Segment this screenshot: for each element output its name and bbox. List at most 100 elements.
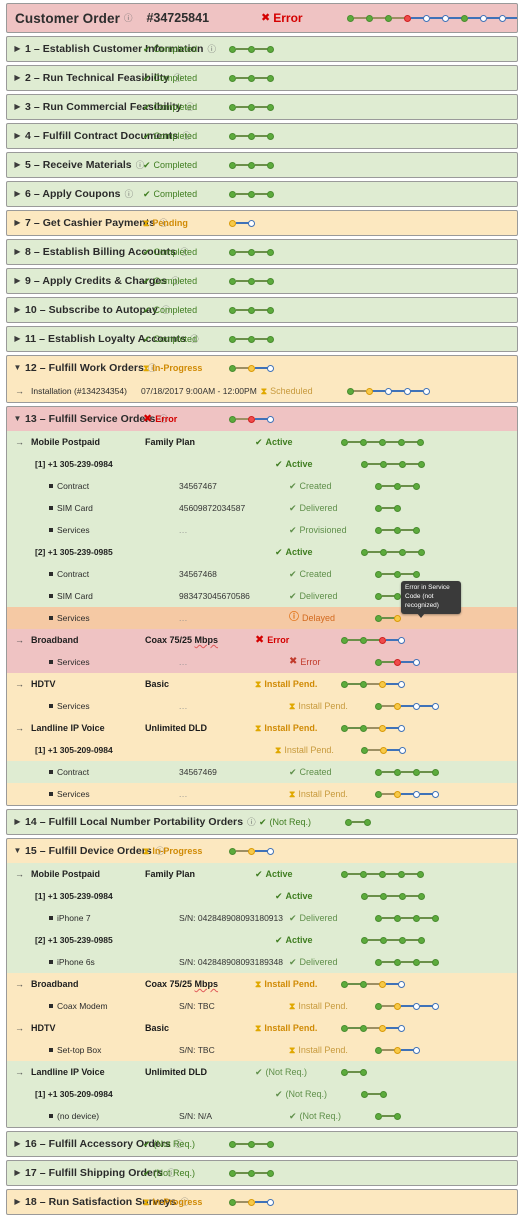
detail-row[interactable]: → Mobile Postpaid Family Plan ✔ Active [7,863,517,885]
chain-dot-green[interactable] [229,335,236,343]
chain-dot-open[interactable] [384,387,392,395]
step-header-2[interactable]: ▶ 2 – Run Technical Feasibility ⓘ ✔ Complete… [7,66,517,90]
step-header-16[interactable]: ▶ 16 – Fulfill Accessory Orders ⓘ ✔ (Not Req… [7,1132,517,1156]
chain-dot-green[interactable] [229,74,236,82]
step-header-15[interactable]: ▼ 15 – Fulfill Device Orders ⓘ ⧗ In-Progress [7,839,517,863]
detail-row[interactable]: (no device) S/N: N/A ✔ (Not Req.) [7,1105,517,1127]
chain-dot-open[interactable] [403,387,411,395]
info-icon[interactable]: ⓘ [124,12,133,24]
chain-dot-green[interactable] [418,460,425,468]
detail-row[interactable]: [2] +1 305-239-0985 ✔ Active [7,541,517,563]
chain-dot-green[interactable] [366,14,373,22]
chain-dot-open[interactable] [398,636,405,644]
chevron-right-icon[interactable]: ▶ [13,161,22,169]
chevron-right-icon[interactable]: ▶ [13,219,22,227]
chain-dot-green[interactable] [341,1068,348,1076]
chain-dot-green[interactable] [394,592,401,600]
chain-dot-green[interactable] [248,277,255,285]
chain-dot-green[interactable] [394,526,401,534]
step-header-9[interactable]: ▶ 9 – Apply Credits & Charges ⓘ ✔ Completed [7,269,517,293]
chain-dot-green[interactable] [413,570,420,578]
step-header-4[interactable]: ▶ 4 – Fulfill Contract Documents ⓘ ✔ Complet… [7,124,517,148]
chain-dot-open[interactable] [267,847,274,855]
chain-dot-green[interactable] [267,1140,274,1148]
chain-dot-green[interactable] [375,658,382,666]
chain-dot-green[interactable] [229,364,236,372]
chain-dot-green[interactable] [361,892,368,900]
chain-dot-green[interactable] [248,248,255,256]
chain-dot-open[interactable] [432,702,439,710]
chain-dot-green[interactable] [380,548,387,556]
chain-dot-green[interactable] [394,570,401,578]
chain-dot-green[interactable] [341,438,348,446]
chevron-right-icon[interactable]: ▶ [13,1198,22,1206]
chain-dot-open[interactable] [413,702,420,710]
chain-dot-green[interactable] [418,936,425,944]
detail-row[interactable]: [1] +1 305-239-0984 ✔ Active [7,885,517,907]
chain-dot-open[interactable] [480,14,487,22]
detail-row[interactable]: Services... ⧗ Install Pend. [7,695,517,717]
chain-dot-green[interactable] [229,1169,236,1177]
chain-dot-green[interactable] [380,892,387,900]
chain-dot-red[interactable] [404,14,411,22]
chain-dot-green[interactable] [375,1046,382,1054]
chain-dot-green[interactable] [361,746,368,754]
chain-dot-green[interactable] [267,132,274,140]
chain-dot-green[interactable] [375,482,382,490]
chain-dot-green[interactable] [248,190,255,198]
chain-dot-red[interactable] [248,415,255,423]
chain-dot-amber[interactable] [379,1024,386,1032]
chevron-down-icon[interactable]: ▼ [13,847,22,855]
chain-dot-green[interactable] [399,936,406,944]
chain-dot-red[interactable] [379,636,386,644]
chain-dot-green[interactable] [360,1024,367,1032]
chevron-right-icon[interactable]: ▶ [13,103,22,111]
chain-dot-red[interactable] [394,658,401,666]
chevron-down-icon[interactable]: ▼ [13,364,22,372]
chain-dot-open[interactable] [267,1198,274,1206]
detail-row[interactable]: Services... ⧗ Install Pend. [7,783,517,805]
info-icon[interactable]: ⓘ [125,188,134,200]
chain-dot-green[interactable] [360,724,367,732]
chain-dot-amber[interactable] [379,980,386,988]
chain-dot-open[interactable] [413,1046,420,1054]
step-header-11[interactable]: ▶ 11 – Establish Loyalty Accounts ⓘ ✔ Comple… [7,327,517,351]
chain-dot-green[interactable] [360,680,367,688]
step-header-10[interactable]: ▶ 10 – Subscribe to Autopay ⓘ ✔ Completed [7,298,517,322]
chain-dot-green[interactable] [229,1198,236,1206]
chain-dot-amber[interactable] [394,1046,401,1054]
chain-dot-amber[interactable] [365,387,373,395]
chain-dot-green[interactable] [248,335,255,343]
chain-dot-green[interactable] [361,460,368,468]
chain-dot-green[interactable] [361,1090,368,1098]
step-header-17[interactable]: ▶ 17 – Fulfill Shipping Orders ⓘ ✔ (Not Req.… [7,1161,517,1185]
chain-dot-green[interactable] [347,14,354,22]
chain-dot-amber[interactable] [248,847,255,855]
chain-dot-open[interactable] [267,364,274,372]
chevron-right-icon[interactable]: ▶ [13,132,22,140]
chevron-right-icon[interactable]: ▶ [13,45,22,53]
step-header-1[interactable]: ▶ 1 – Establish Customer Information ⓘ ✔ Com… [7,37,517,61]
detail-row[interactable]: [1] +1 305-239-0984 ✔ Active [7,453,517,475]
chain-dot-green[interactable] [413,482,420,490]
detail-row[interactable]: [1] +1 305-209-0984 ⧗ Install Pend. [7,739,517,761]
chain-dot-green[interactable] [345,818,352,826]
chain-dot-green[interactable] [267,1169,274,1177]
detail-row[interactable]: Coax Modem S/N: TBC ⧗ Install Pend. [7,995,517,1017]
step-header-8[interactable]: ▶ 8 – Establish Billing Accounts ⓘ ✔ Complet… [7,240,517,264]
chain-dot-amber[interactable] [394,702,401,710]
chain-dot-green[interactable] [375,1002,382,1010]
chain-dot-open[interactable] [432,1002,439,1010]
chain-dot-open[interactable] [398,1024,405,1032]
detail-row[interactable]: → Landline IP Voice Unlimited DLD ⧗ Install … [7,717,517,739]
chain-dot-green[interactable] [267,248,274,256]
chain-dot-green[interactable] [375,768,382,776]
chain-dot-green[interactable] [375,1112,382,1120]
chain-dot-green[interactable] [375,504,382,512]
step-header-3[interactable]: ▶ 3 – Run Commercial Feasibility ⓘ ✔ Complet… [7,95,517,119]
chain-dot-green[interactable] [361,548,368,556]
chain-dot-open[interactable] [432,790,439,798]
chain-dot-green[interactable] [229,248,236,256]
chain-dot-green[interactable] [248,161,255,169]
chain-dot-amber[interactable] [248,1198,255,1206]
